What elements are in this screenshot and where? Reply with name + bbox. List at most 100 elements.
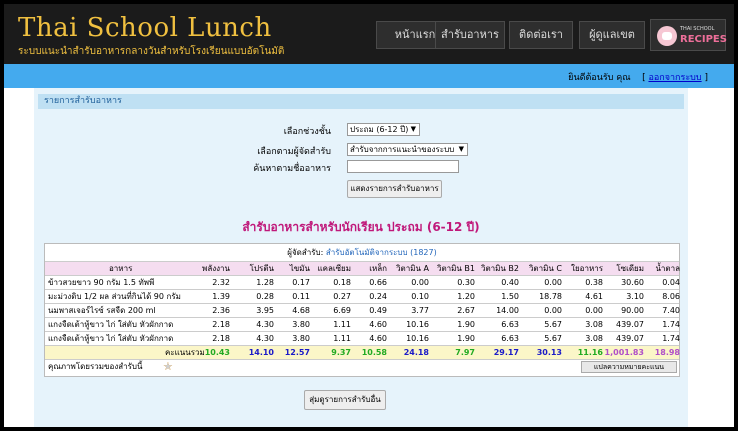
food-name: แกงจืดเต้าหู้ขาว ไก่ ใส่ตับ หัวผักกาด [48, 334, 174, 343]
column-header: แคลเซียม [317, 264, 351, 273]
column-header: ไขมัน [289, 264, 310, 273]
table-row[interactable]: แกงจืดเต้าหู้ขาว ไก่ ใส่ตับ หัวผักกาด 2.1… [45, 317, 680, 331]
quality-row: คุณภาพโดยรวมของสำรับนี้ ★ ★ ★ ★ ★ แปลความหมายค… [45, 359, 679, 375]
nutrient-value: 0.00 [585, 306, 603, 315]
nutrient-value: 2.18 [212, 320, 230, 329]
total-value: 14.10 [248, 348, 274, 357]
food-search-input[interactable] [347, 160, 459, 173]
panel-title: รายการสำรับอาหาร [38, 94, 684, 109]
nav-district-admin[interactable]: ผู้ดูแลเขต [579, 21, 645, 49]
nutrient-value: 0.66 [369, 278, 387, 287]
food-name: แกงจืดเต้าหู้ขาว ไก่ ใส่ตับ หัวผักกาด [48, 320, 174, 329]
nutrient-value: 0.38 [585, 278, 603, 287]
nutrient-value: 0.17 [292, 278, 310, 287]
nutrient-value: 4.60 [369, 334, 387, 343]
total-value: 29.17 [493, 348, 519, 357]
nutrient-value: 4.61 [585, 292, 603, 301]
nutrient-value: 1.74 [662, 334, 680, 343]
nutrient-value: 2.67 [457, 306, 475, 315]
nutrient-value: 0.04 [662, 278, 680, 287]
nutrient-value: 10.16 [406, 334, 429, 343]
arranger-line: ผู้จัดสำรับ: สำรับอัตโนมัติจากระบบ (1827… [45, 246, 679, 259]
nutrient-value: 0.10 [411, 292, 429, 301]
total-value: 1,001.83 [604, 348, 644, 357]
bracket-close: ] [704, 73, 708, 83]
nutrient-value: 0.18 [333, 278, 351, 287]
site-header: Thai School Lunch ระบบแนะนำสำรับอาหารกลา… [4, 4, 734, 64]
site-title[interactable]: Thai School Lunch [18, 13, 272, 43]
table-row[interactable]: แกงจืดเต้าหู้ขาว ไก่ ใส่ตับ หัวผักกาด 2.1… [45, 331, 680, 345]
arranger-caption: ผู้จัดสำรับ: [287, 248, 324, 257]
table-row[interactable]: นมพาสเจอร์ไรซ์ รสจืด 200 ml 2.36 3.95 4.68 6… [45, 303, 680, 317]
nutrient-value: 0.40 [501, 278, 519, 287]
nutrient-value: 3.80 [292, 320, 310, 329]
food-name: ข้าวสวยขาว 90 กรัม 1.5 ทัพพี [48, 278, 155, 287]
nutrient-value: 4.68 [292, 306, 310, 315]
menu-panel: รายการสำรับอาหาร เลือกช่วงชั้น ประถม (6-… [34, 88, 688, 427]
menu-title: สำรับอาหารสำหรับนักเรียน ประถม (6-12 ปี) [242, 220, 480, 234]
column-header: วิตามิน C [528, 264, 562, 273]
nutrient-value: 3.08 [585, 320, 603, 329]
nutrient-value: 1.90 [457, 334, 475, 343]
total-value: 24.18 [403, 348, 429, 357]
nutrient-value: 1.11 [333, 334, 351, 343]
search-label: ค้นหาตามชื่ออาหาร [253, 164, 331, 174]
nutrient-value: 18.78 [539, 292, 562, 301]
total-value: 10.58 [361, 348, 387, 357]
column-header: วิตามิน B2 [480, 264, 519, 273]
total-value: 11.16 [577, 348, 603, 357]
nutrient-value: 8.06 [662, 292, 680, 301]
nutrient-value: 1.50 [501, 292, 519, 301]
arranger-link[interactable]: สำรับอัตโนมัติจากระบบ (1827) [326, 248, 437, 257]
nutrient-value: 1.39 [212, 292, 230, 301]
table-row[interactable]: ข้าวสวยขาว 90 กรัม 1.5 ทัพพี 2.32 1.28 0.17… [45, 275, 680, 289]
nutrient-value: 30.60 [621, 278, 644, 287]
nutrient-value: 4.60 [369, 320, 387, 329]
nutrient-value: 0.49 [369, 306, 387, 315]
nutrient-value: 0.11 [292, 292, 310, 301]
nutrient-value: 1.74 [662, 320, 680, 329]
nutrient-value: 439.07 [616, 320, 644, 329]
nutrient-value: 3.95 [256, 306, 274, 315]
column-header: ใยอาหาร [571, 264, 603, 273]
nutrient-value: 2.36 [212, 306, 230, 315]
column-header: โซเดียม [616, 264, 644, 273]
level-select-value: ประถม (6-12 ปี) [350, 125, 409, 134]
nav-contact[interactable]: ติดต่อเรา [509, 21, 573, 49]
total-value: 9.37 [331, 348, 351, 357]
nutrient-value: 2.32 [212, 278, 230, 287]
nutrient-value: 5.67 [544, 320, 562, 329]
table-row[interactable]: มะม่วงดิบ 1/2 ผล ส่วนที่กินได้ 90 กรัม 1.… [45, 289, 680, 303]
chef-hat-icon [657, 26, 677, 46]
column-header: อาหาร [109, 264, 133, 273]
thai-school-recipes-logo[interactable]: THAI SCHOOL RECIPES [650, 19, 727, 51]
nutrient-value: 2.18 [212, 334, 230, 343]
total-label: คะแนนรวม [165, 348, 205, 357]
explain-score-button[interactable]: แปลความหมายคะแนน [581, 361, 677, 373]
nutrient-value: 439.07 [616, 334, 644, 343]
total-value: 12.57 [284, 348, 310, 357]
level-select[interactable]: ประถม (6-12 ปี) ▼ [347, 123, 420, 136]
random-menu-button[interactable]: สุ่มดูรายการสำรับอื่น [304, 390, 386, 410]
column-header: วิตามิน B1 [436, 264, 475, 273]
nutrient-value: 3.80 [292, 334, 310, 343]
nutrient-value: 4.30 [256, 320, 274, 329]
dropdown-arrow-icon: ▼ [410, 125, 416, 133]
nav-menu-sets[interactable]: สำรับอาหาร [435, 21, 505, 49]
nutrition-table: ผู้จัดสำรับ: สำรับอัตโนมัติจากระบบ (1827… [44, 243, 680, 377]
nutrient-value: 0.00 [544, 306, 562, 315]
nutrient-value: 6.63 [501, 320, 519, 329]
arranger-select-value: สำรับจากการแนะนำของระบบ [350, 145, 455, 154]
app-window: Thai School Lunch ระบบแนะนำสำรับอาหารกลา… [4, 4, 734, 427]
nutrient-value: 1.20 [457, 292, 475, 301]
column-header: เหล็ก [369, 264, 387, 273]
column-header: พลังงาน [202, 264, 230, 273]
total-value: 10.43 [204, 348, 230, 357]
arranger-select[interactable]: สำรับจากการแนะนำของระบบ ▼ [347, 143, 468, 156]
site-subtitle: ระบบแนะนำสำรับอาหารกลางวันสำหรับโรงเรียน… [18, 46, 285, 57]
brand-line2: RECIPES [680, 34, 727, 45]
show-menu-button[interactable]: แสดงรายการสำรับอาหาร [347, 180, 442, 198]
nutrient-value: 0.30 [457, 278, 475, 287]
logout-link[interactable]: ออกจากระบบ [648, 73, 701, 83]
nutrient-value: 1.28 [256, 278, 274, 287]
